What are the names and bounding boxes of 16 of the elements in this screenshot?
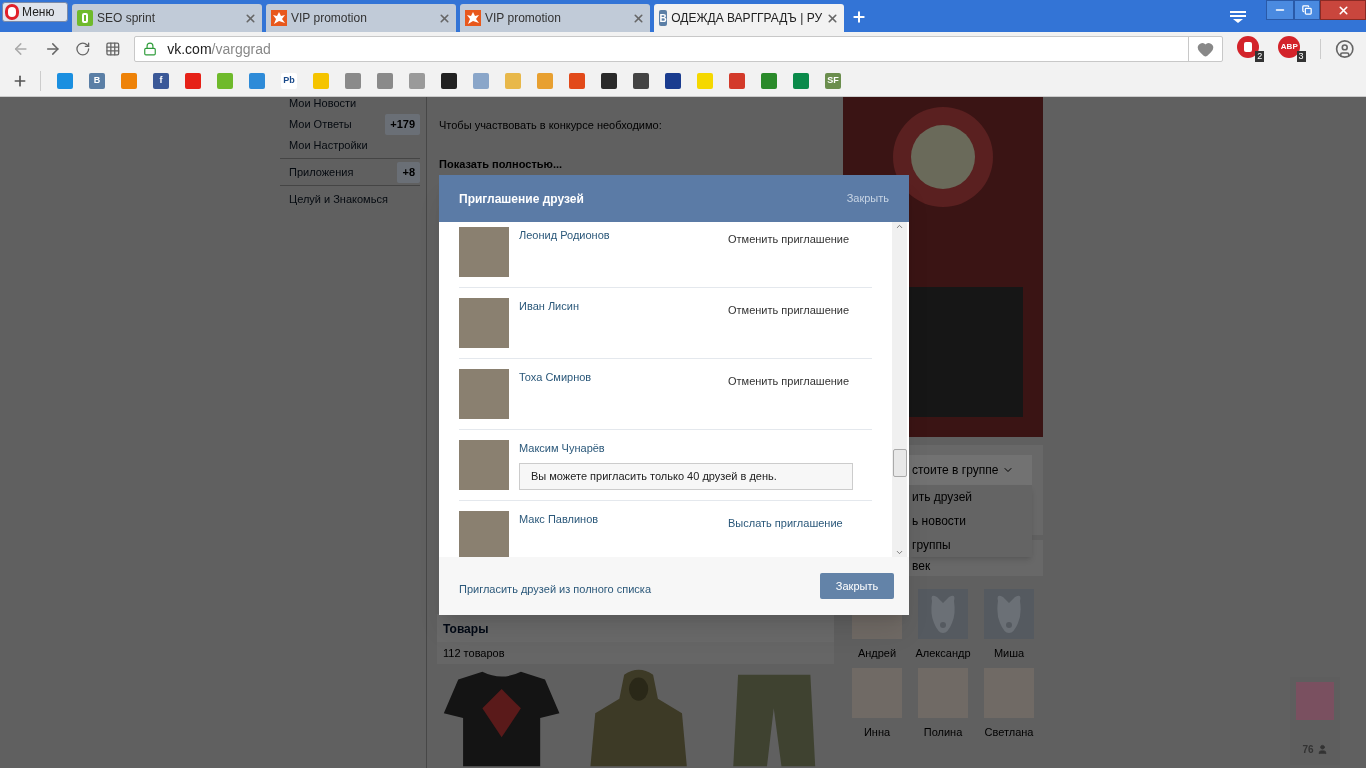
url-path: /varggrad [211, 39, 271, 59]
market-count: 112 товаров [437, 641, 834, 664]
tab-title: SEO sprint [97, 10, 157, 27]
tab-title: ОДЕЖДА ВАРГГРАДЪ | РУ [671, 10, 822, 27]
url-host: vk.com [167, 39, 212, 59]
post-text: Чтобы участвовать в конкурсе необходимо: [439, 118, 663, 133]
members-title: век [912, 558, 931, 575]
extension-badge: 3 [1296, 51, 1306, 62]
tab-title: VIP promotion [485, 10, 562, 27]
count-badge: +179 [385, 114, 420, 135]
tab-title: VIP promotion [291, 10, 368, 27]
vk-logo-icon: В [659, 10, 668, 26]
dialog-title: Приглашение друзей [459, 190, 584, 208]
limit-notice: Вы можете пригласить только 40 друзей в день. [519, 462, 853, 490]
extension-badge: 2 [1255, 51, 1265, 62]
count-badge: +8 [397, 162, 420, 183]
